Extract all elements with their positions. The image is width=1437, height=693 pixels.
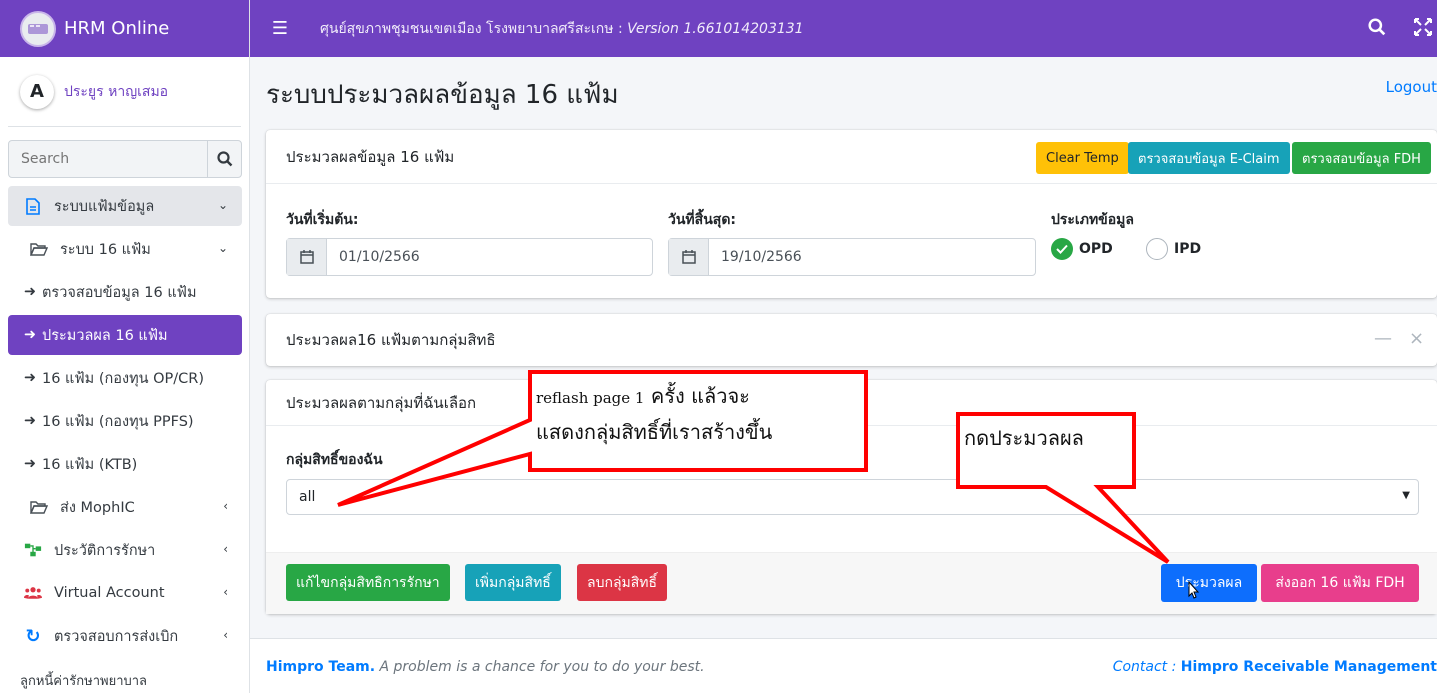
callout-big-text: ครั้ง แล้วจะ bbox=[644, 384, 750, 408]
callout-right-text: กดประมวลผล bbox=[964, 426, 1084, 450]
contact-label: Contact : bbox=[1112, 659, 1181, 675]
callout-left-line1: reflash page 1 ครั้ง แล้วจะ bbox=[536, 380, 750, 412]
mouse-cursor-icon bbox=[1188, 580, 1200, 599]
callout-small-text: reflash page 1 bbox=[536, 389, 645, 407]
footer-left: Himpro Team. A problem is a chance for y… bbox=[266, 659, 705, 675]
callout-left-line2: แสดงกลุ่มสิทธิ์ที่เราสร้างขึ้น bbox=[536, 420, 773, 444]
page-footer: Himpro Team. A problem is a chance for y… bbox=[250, 638, 1437, 693]
contact-link[interactable]: Himpro Receivable Management bbox=[1181, 659, 1437, 675]
tagline: A problem is a chance for you to do your… bbox=[375, 659, 705, 675]
team-link[interactable]: Himpro Team. bbox=[266, 659, 375, 675]
callout-overlay bbox=[337, 370, 1200, 599]
footer-right: Contact : Himpro Receivable Management bbox=[1113, 659, 1437, 675]
